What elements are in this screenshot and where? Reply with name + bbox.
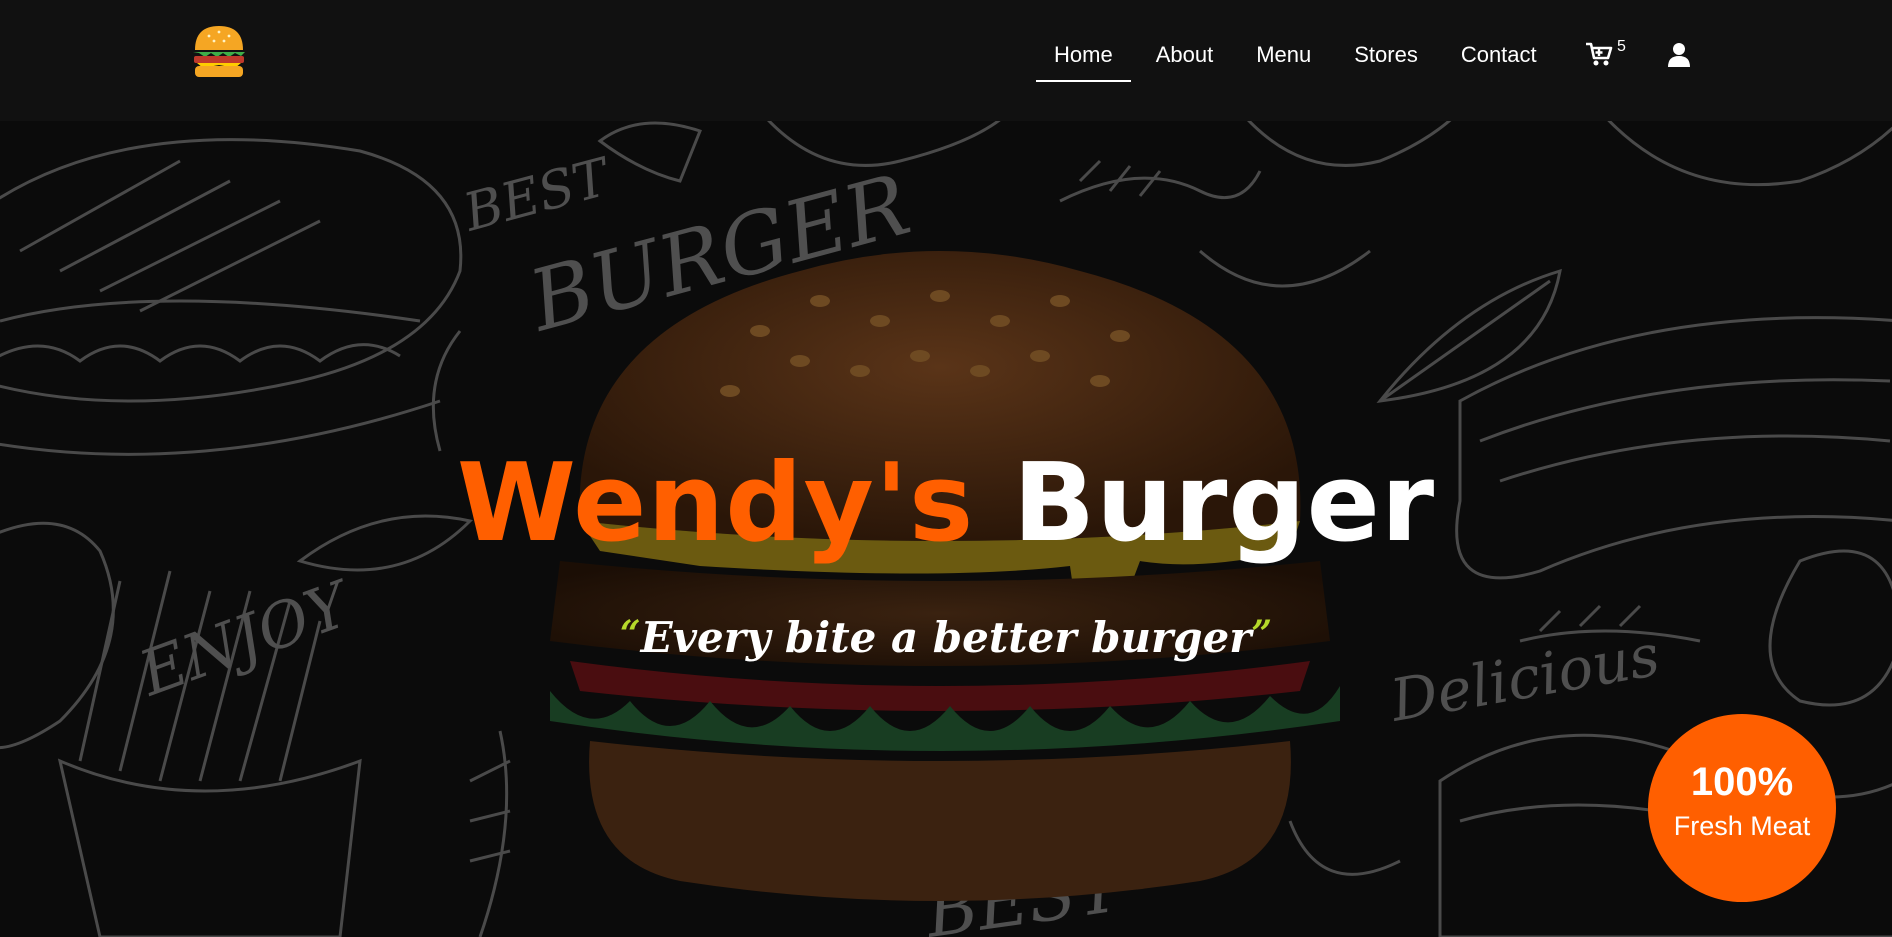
hero-title-product: Burger	[1012, 441, 1436, 566]
quote-open-glyph: “	[619, 613, 641, 655]
tagline-text: Every bite a better burger	[640, 613, 1252, 662]
user-account-button[interactable]	[1668, 42, 1690, 72]
burger-logo-icon[interactable]	[189, 22, 249, 82]
hero-title: Wendy's Burger	[0, 439, 1892, 569]
quote-close-glyph: ”	[1251, 613, 1273, 655]
hero-title-brand: Wendy's	[456, 441, 975, 566]
badge-label: Fresh Meat	[1673, 811, 1811, 841]
hero-tagline: “Every bite a better burger”	[0, 613, 1892, 662]
hero-burger-image	[550, 251, 1340, 901]
nav-about[interactable]: About	[1156, 38, 1214, 80]
cart-icon	[1586, 42, 1613, 66]
nav-home[interactable]: Home	[1036, 38, 1131, 82]
nav-stores[interactable]: Stores	[1354, 38, 1418, 80]
nav-contact[interactable]: Contact	[1461, 38, 1537, 80]
fresh-meat-badge: 100% Fresh Meat	[1648, 714, 1836, 902]
navbar: Home About Menu Stores Contact 5	[0, 0, 1892, 121]
main-nav: Home About Menu Stores Contact	[1036, 38, 1580, 82]
badge-percent: 100%	[1690, 760, 1794, 804]
user-icon	[1668, 43, 1690, 67]
nav-menu[interactable]: Menu	[1256, 38, 1311, 80]
cart-count-badge: 5	[1617, 38, 1626, 55]
hero-section: BEST BURGER ENJOY Delicious BEST	[0, 121, 1892, 937]
cart-button[interactable]: 5	[1585, 38, 1626, 68]
